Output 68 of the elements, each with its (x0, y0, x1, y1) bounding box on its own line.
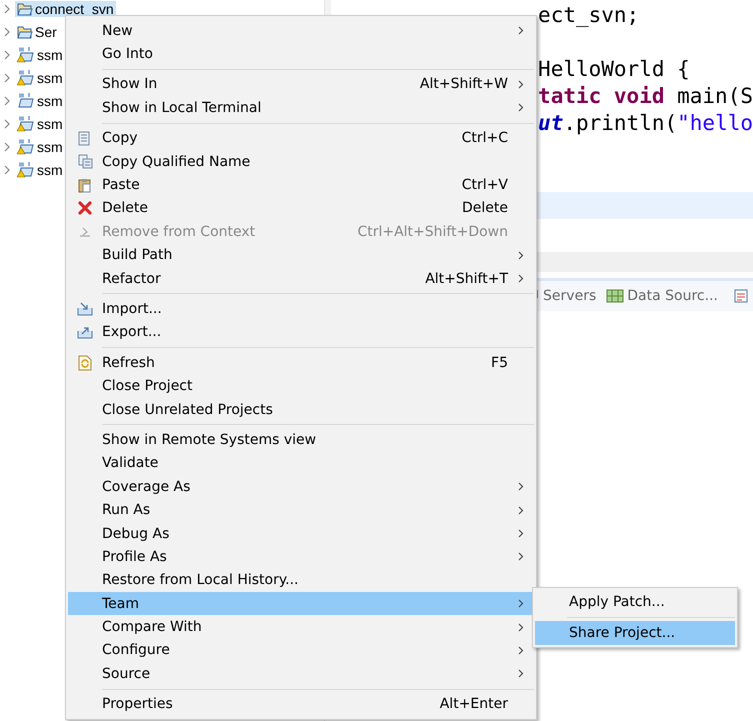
menu-item[interactable]: Debug As (68, 522, 534, 546)
import-icon (77, 302, 93, 316)
expand-chevron-icon[interactable] (3, 50, 11, 60)
code-line: HelloWorld { (538, 57, 690, 81)
tree-item[interactable]: ssm (15, 70, 65, 86)
folder-icon (17, 24, 33, 38)
menu-item[interactable]: Build Path (68, 244, 534, 267)
tree-item[interactable]: ssm (15, 92, 65, 108)
menu-item[interactable]: Configure (68, 638, 534, 662)
menu-item[interactable]: Close Unrelated Projects (68, 398, 534, 422)
project-folder-icon (17, 162, 35, 178)
copy-icon (78, 154, 92, 170)
project-folder-icon (17, 92, 35, 108)
grid-icon (606, 288, 624, 304)
menu-item[interactable]: Show in Remote Systems view (68, 428, 534, 452)
tree-item[interactable]: ssm (15, 46, 65, 62)
expand-chevron-icon[interactable] (3, 4, 11, 14)
expand-chevron-icon[interactable] (3, 26, 11, 36)
menu-item[interactable]: Profile As (68, 545, 534, 569)
project-folder-icon (17, 70, 35, 86)
code-line: ect_svn; (538, 3, 640, 27)
tree-item[interactable]: ssm (15, 162, 65, 178)
project-folder-icon (17, 116, 35, 132)
paste-icon (78, 178, 92, 193)
folder-icon (17, 2, 33, 16)
tree-item[interactable]: connect_svn (15, 0, 116, 16)
menu-item[interactable]: Import... (68, 297, 534, 321)
menu-item[interactable]: Properties Alt+Enter (68, 692, 534, 716)
menu-item[interactable]: Go Into (68, 42, 534, 66)
menu-item[interactable]: Delete Delete (68, 196, 534, 220)
refresh-icon (78, 354, 92, 371)
remove-icon (78, 226, 92, 238)
expand-chevron-icon[interactable] (3, 118, 11, 128)
expand-chevron-icon[interactable] (3, 142, 11, 152)
menu-item[interactable]: Show in Local Terminal (68, 96, 534, 120)
code-line: ut.println("hello (538, 111, 753, 135)
expand-chevron-icon[interactable] (3, 164, 11, 174)
tree-item[interactable]: Ser (15, 24, 59, 40)
menu-item[interactable]: Team (68, 592, 534, 616)
menu-item[interactable]: New (68, 19, 534, 42)
menu-item[interactable]: Export... (68, 320, 534, 344)
copy-icon (78, 130, 92, 146)
menu-item[interactable]: Close Project (68, 374, 534, 398)
menu-item[interactable]: Compare With (68, 615, 534, 639)
view-tab[interactable]: Data Sourc... (606, 288, 718, 304)
menu-item[interactable]: Show In Alt+Shift+W (68, 72, 534, 96)
menu-item[interactable]: Run As (68, 498, 534, 522)
delete-icon (78, 201, 92, 216)
menu-item[interactable]: Refactor Alt+Shift+T (68, 266, 534, 290)
code-line: tatic void main(S (538, 84, 753, 108)
menu-item[interactable]: Source (68, 662, 534, 686)
export-icon (77, 325, 93, 340)
menu-item[interactable]: Apply Patch... (535, 590, 735, 614)
project-folder-icon (17, 46, 35, 62)
menu-item[interactable]: Copy Ctrl+C (68, 126, 534, 150)
menu-item[interactable]: Share Project... (535, 621, 735, 645)
expand-chevron-icon[interactable] (3, 96, 11, 106)
menu-item[interactable]: Validate (68, 452, 534, 476)
tree-item[interactable]: ssm (15, 116, 65, 132)
menu-item[interactable]: Coverage As (68, 475, 534, 498)
menu-item[interactable]: Refresh F5 (68, 351, 534, 374)
tree-item[interactable]: ssm (15, 138, 65, 154)
project-folder-icon (17, 138, 35, 154)
expand-chevron-icon[interactable] (3, 72, 11, 82)
menu-item[interactable]: Copy Qualified Name (68, 150, 534, 174)
menu-item[interactable]: Paste Ctrl+V (68, 173, 534, 197)
menu-item[interactable]: Restore from Local History... (68, 568, 534, 592)
console-icon[interactable] (734, 288, 748, 304)
